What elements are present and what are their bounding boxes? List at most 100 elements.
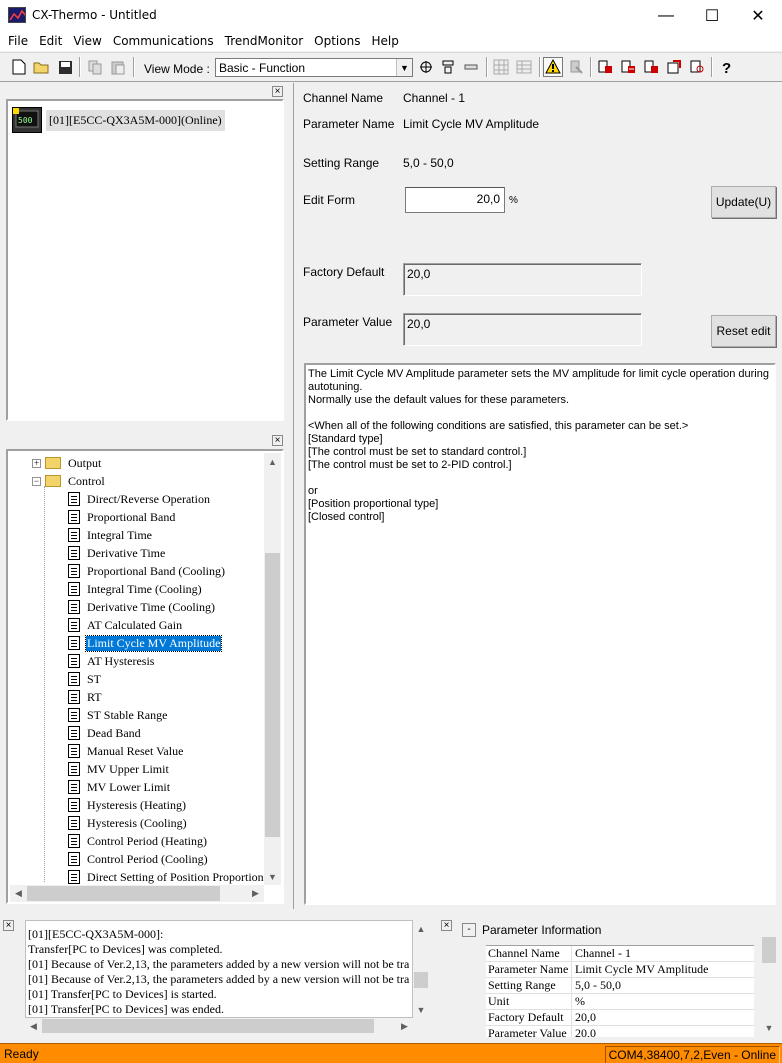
device-read-icon[interactable] xyxy=(595,57,615,77)
log-vertical-scrollbar[interactable]: ▲ ▼ xyxy=(413,920,429,1018)
device-search-icon[interactable] xyxy=(687,57,707,77)
edit-value-input[interactable]: 20,0 xyxy=(405,187,505,213)
update-button[interactable]: Update(U) xyxy=(711,186,776,218)
parameter-document-icon xyxy=(68,564,80,578)
filter-icon[interactable] xyxy=(438,57,458,77)
help-icon[interactable]: ? xyxy=(716,57,736,77)
view-mode-value: Basic - Function xyxy=(219,61,306,75)
tree-item[interactable]: Hysteresis (Heating) xyxy=(68,796,282,814)
tree-item[interactable]: Integral Time xyxy=(68,526,282,544)
scrollbar-thumb[interactable] xyxy=(27,886,220,901)
menu-communications[interactable]: Communications xyxy=(109,31,218,51)
scroll-right-arrow-icon[interactable]: ▶ xyxy=(396,1018,413,1034)
tree-item[interactable]: ST Stable Range xyxy=(68,706,282,724)
view-mode-select[interactable]: Basic - Function ▼ xyxy=(215,58,413,77)
scrollbar-thumb[interactable] xyxy=(414,972,428,988)
tree-item[interactable]: Control Period (Heating) xyxy=(68,832,282,850)
expander-icon[interactable]: − xyxy=(32,476,41,486)
parameter-document-icon xyxy=(68,816,80,830)
tree-item[interactable]: AT Hysteresis xyxy=(68,652,282,670)
monitor-icon[interactable] xyxy=(566,57,586,77)
tree-item[interactable]: AT Calculated Gain xyxy=(68,616,282,634)
open-folder-icon[interactable] xyxy=(32,57,52,77)
tree-item[interactable]: Control Period (Cooling) xyxy=(68,850,282,868)
device-write-icon[interactable] xyxy=(618,57,638,77)
tree-item[interactable]: Proportional Band xyxy=(68,508,282,526)
tree-item[interactable]: Dead Band xyxy=(68,724,282,742)
menu-bar: File Edit View Communications TrendMonit… xyxy=(0,31,782,51)
tree-item[interactable]: Manual Reset Value xyxy=(68,742,282,760)
log-line: [01] Transfer[PC to Devices] was ended. xyxy=(28,1002,224,1016)
parameter-document-icon xyxy=(68,654,80,668)
info-row: Channel Name Channel - 1 xyxy=(486,946,754,962)
tree-item[interactable]: MV Upper Limit xyxy=(68,760,282,778)
scroll-up-arrow-icon[interactable]: ▲ xyxy=(413,920,429,937)
tree-item-label: Direct/Reverse Operation xyxy=(87,491,210,506)
tree-item[interactable]: RT xyxy=(68,688,282,706)
tree-item[interactable]: Hysteresis (Cooling) xyxy=(68,814,282,832)
table-icon[interactable] xyxy=(514,57,534,77)
info-row: Unit% xyxy=(486,994,754,1010)
tree-vertical-scrollbar[interactable]: ▲ ▼ xyxy=(264,453,281,885)
log-text-area[interactable]: [01][E5CC-QX3A5M-000]: Transfer[PC to De… xyxy=(25,920,413,1018)
info-vertical-scrollbar[interactable]: ▼ xyxy=(761,937,777,1037)
warning-icon[interactable] xyxy=(543,57,563,77)
tree-item[interactable]: Direct Setting of Position Proportional xyxy=(68,868,282,886)
scroll-up-arrow-icon[interactable]: ▲ xyxy=(264,453,281,470)
menu-help[interactable]: Help xyxy=(367,31,402,51)
device-node[interactable]: 500 [01][E5CC-QX3A5M-000](Online) xyxy=(12,107,225,133)
close-icon[interactable]: × xyxy=(272,86,283,97)
scrollbar-thumb[interactable] xyxy=(42,1019,374,1033)
tree-folder-output[interactable]: + Output xyxy=(32,454,282,472)
tree-item[interactable]: Limit Cycle MV Amplitude xyxy=(68,634,282,652)
scroll-down-arrow-icon[interactable]: ▼ xyxy=(413,1001,429,1018)
menu-view[interactable]: View xyxy=(69,31,105,51)
scroll-left-arrow-icon[interactable]: ◀ xyxy=(10,885,27,902)
tree-item[interactable]: Derivative Time (Cooling) xyxy=(68,598,282,616)
minus-icon[interactable] xyxy=(461,57,481,77)
tree-horizontal-scrollbar[interactable]: ◀ ▶ xyxy=(10,885,264,902)
channel-name-label: Channel Name xyxy=(303,91,384,105)
paste-icon[interactable] xyxy=(108,57,128,77)
close-button[interactable]: ✕ xyxy=(735,0,781,31)
menu-file[interactable]: File xyxy=(4,31,32,51)
info-value: 20,0 xyxy=(575,1010,596,1024)
tree-folder-control[interactable]: − Control xyxy=(32,472,282,490)
tree-item[interactable]: MV Lower Limit xyxy=(68,778,282,796)
device-transfer-icon[interactable] xyxy=(664,57,684,77)
log-horizontal-scrollbar[interactable]: ◀ ▶ xyxy=(25,1018,413,1034)
add-parameter-icon[interactable] xyxy=(416,57,436,77)
factory-default-label: Factory Default xyxy=(303,265,385,279)
info-key: Channel Name xyxy=(486,946,572,961)
collapse-toggle[interactable]: - xyxy=(462,923,476,937)
menu-edit[interactable]: Edit xyxy=(35,31,66,51)
minimize-button[interactable]: — xyxy=(643,0,689,31)
new-file-icon[interactable] xyxy=(9,57,29,77)
close-icon[interactable]: × xyxy=(272,435,283,446)
expander-icon[interactable]: + xyxy=(32,458,41,468)
parameter-detail-panel: Channel Name Channel - 1 Parameter Name … xyxy=(293,83,782,909)
chevron-down-icon[interactable]: ▼ xyxy=(396,59,412,76)
reset-edit-button[interactable]: Reset edit xyxy=(711,315,776,347)
scrollbar-thumb[interactable] xyxy=(762,937,776,963)
tree-item[interactable]: Derivative Time xyxy=(68,544,282,562)
maximize-button[interactable]: ☐ xyxy=(689,0,735,31)
device-compare-icon[interactable] xyxy=(641,57,661,77)
info-table: Channel Name Channel - 1 Parameter Name Li… xyxy=(486,945,754,1037)
scroll-right-arrow-icon[interactable]: ▶ xyxy=(247,885,264,902)
scroll-down-arrow-icon[interactable]: ▼ xyxy=(264,868,281,885)
tree-item[interactable]: Direct/Reverse Operation xyxy=(68,490,282,508)
menu-options[interactable]: Options xyxy=(310,31,364,51)
menu-trendmonitor[interactable]: TrendMonitor xyxy=(221,31,307,51)
info-value: Channel - 1 xyxy=(575,946,631,960)
copy-icon[interactable] xyxy=(85,57,105,77)
tree-item[interactable]: Proportional Band (Cooling) xyxy=(68,562,282,580)
tree-item[interactable]: ST xyxy=(68,670,282,688)
tree-item[interactable]: Integral Time (Cooling) xyxy=(68,580,282,598)
scroll-down-arrow-icon[interactable]: ▼ xyxy=(761,1019,777,1036)
scroll-left-arrow-icon[interactable]: ◀ xyxy=(25,1018,42,1034)
scrollbar-thumb[interactable] xyxy=(265,553,280,837)
save-icon[interactable] xyxy=(55,57,75,77)
grid-icon[interactable] xyxy=(491,57,511,77)
folder-icon xyxy=(45,475,61,487)
